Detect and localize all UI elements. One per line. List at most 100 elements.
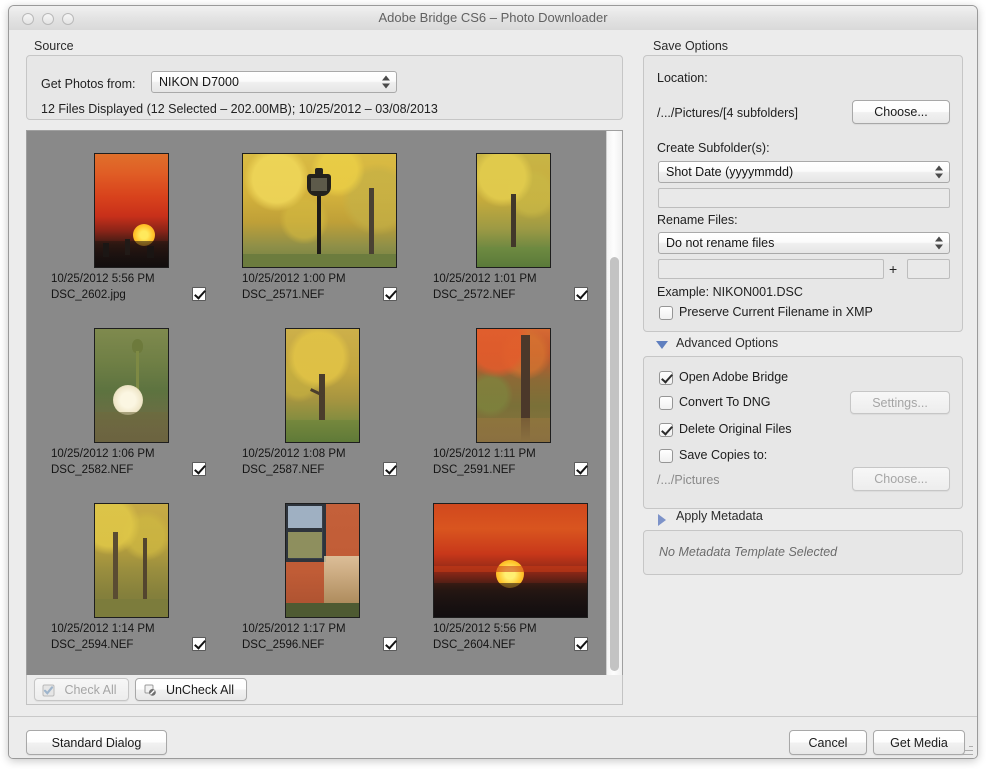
thumbnail-item[interactable]: 10/25/2012 1:17 PM DSC_2596.NEF bbox=[236, 503, 411, 675]
thumbnail-item[interactable]: 10/25/2012 5:56 PM DSC_2604.NEF bbox=[427, 503, 602, 675]
thumbnail-item[interactable]: 10/25/2012 1:01 PM DSC_2572.NEF bbox=[427, 153, 602, 328]
thumbnail-item[interactable]: 10/25/2012 1:14 PM DSC_2594.NEF bbox=[45, 503, 220, 675]
thumbnail-filename: DSC_2587.NEF bbox=[242, 464, 325, 476]
rename-custom-input[interactable] bbox=[658, 259, 884, 279]
thumbnail-checkbox[interactable] bbox=[383, 462, 397, 476]
check-all-button[interactable]: Check All bbox=[34, 678, 129, 701]
uncheck-all-icon bbox=[144, 684, 157, 697]
thumbnail-image-golden-tree bbox=[285, 328, 360, 443]
chevron-updown-icon bbox=[381, 75, 390, 90]
convert-dng-checkbox[interactable] bbox=[659, 396, 673, 410]
advanced-options-header[interactable]: Advanced Options bbox=[676, 336, 778, 350]
thumbnail-item[interactable]: 10/25/2012 5:56 PM DSC_2602.jpg bbox=[45, 153, 220, 328]
rename-plus-label: + bbox=[889, 261, 898, 277]
window-titlebar: Adobe Bridge CS6 – Photo Downloader bbox=[9, 6, 977, 31]
thumbnail-image-yellow-path bbox=[94, 503, 169, 618]
source-group-label: Source bbox=[34, 39, 74, 53]
chevron-updown-icon bbox=[934, 165, 943, 180]
location-choose-label: Choose... bbox=[874, 105, 928, 119]
thumbnail-checkbox[interactable] bbox=[383, 637, 397, 651]
save-copies-label: Save Copies to: bbox=[679, 448, 768, 462]
thumbnail-checkbox[interactable] bbox=[574, 637, 588, 651]
rename-files-value: Do not rename files bbox=[666, 236, 775, 250]
rename-number-input[interactable] bbox=[907, 259, 950, 279]
thumbnail-date: 10/25/2012 1:08 PM bbox=[242, 448, 346, 460]
create-subfolder-custom-input[interactable] bbox=[658, 188, 950, 208]
thumbnail-item[interactable]: 10/25/2012 1:00 PM DSC_2571.NEF bbox=[236, 153, 411, 328]
location-label: Location: bbox=[657, 71, 708, 85]
thumbnail-date: 10/25/2012 1:00 PM bbox=[242, 273, 346, 285]
device-select[interactable]: NIKON D7000 bbox=[151, 71, 397, 93]
thumbnail-item[interactable]: 10/25/2012 1:11 PM DSC_2591.NEF bbox=[427, 328, 602, 503]
thumbnail-checkbox[interactable] bbox=[574, 462, 588, 476]
thumbnail-date: 10/25/2012 5:56 PM bbox=[51, 273, 155, 285]
thumbnail-date: 10/25/2012 1:06 PM bbox=[51, 448, 155, 460]
cancel-label: Cancel bbox=[808, 735, 848, 750]
save-copies-choose-label: Choose... bbox=[874, 472, 928, 486]
standard-dialog-button[interactable]: Standard Dialog bbox=[26, 730, 167, 755]
thumbnail-image-sunset-wide bbox=[433, 503, 588, 618]
thumbnail-date: 10/25/2012 1:14 PM bbox=[51, 623, 155, 635]
advanced-options-disclosure-icon[interactable] bbox=[656, 341, 668, 349]
uncheck-all-button[interactable]: UnCheck All bbox=[135, 678, 247, 701]
thumbnail-filename: DSC_2571.NEF bbox=[242, 289, 325, 301]
thumbnail-date: 10/25/2012 5:56 PM bbox=[433, 623, 537, 635]
thumbnail-image-red-maple bbox=[476, 328, 551, 443]
thumbnail-checkbox[interactable] bbox=[383, 287, 397, 301]
thumbnail-scrollbar[interactable] bbox=[606, 131, 622, 675]
thumbnail-image-dandelion bbox=[94, 328, 169, 443]
thumbnail-image-orange-wall-window bbox=[285, 503, 360, 618]
delete-originals-checkbox[interactable] bbox=[659, 423, 673, 437]
window-title: Adobe Bridge CS6 – Photo Downloader bbox=[378, 10, 608, 25]
preserve-xmp-checkbox[interactable] bbox=[659, 306, 673, 320]
thumbnail-filename: DSC_2591.NEF bbox=[433, 464, 516, 476]
thumbnail-image-sunset-city bbox=[94, 153, 169, 268]
check-all-label: Check All bbox=[64, 682, 117, 697]
apply-metadata-disclosure-icon[interactable] bbox=[658, 514, 666, 526]
thumbnail-checkbox[interactable] bbox=[192, 462, 206, 476]
open-bridge-checkbox[interactable] bbox=[659, 371, 673, 385]
save-copies-checkbox[interactable] bbox=[659, 449, 673, 463]
thumbnail-filename: DSC_2602.jpg bbox=[51, 289, 126, 301]
metadata-empty-text: No Metadata Template Selected bbox=[659, 545, 838, 559]
photo-downloader-window: Adobe Bridge CS6 – Photo Downloader Sour… bbox=[8, 5, 978, 759]
apply-metadata-header[interactable]: Apply Metadata bbox=[676, 509, 763, 523]
resize-grip[interactable] bbox=[961, 743, 973, 755]
standard-dialog-label: Standard Dialog bbox=[51, 735, 142, 750]
uncheck-all-label: UnCheck All bbox=[165, 682, 235, 697]
footer-divider bbox=[9, 716, 977, 717]
thumbnail-checkbox[interactable] bbox=[192, 637, 206, 651]
thumbnail-toolbar: Check All UnCheck All bbox=[26, 675, 623, 705]
dng-settings-button[interactable]: Settings... bbox=[850, 391, 950, 414]
chevron-updown-icon bbox=[934, 236, 943, 251]
thumbnail-checkbox[interactable] bbox=[574, 287, 588, 301]
thumbnail-checkbox[interactable] bbox=[192, 287, 206, 301]
create-subfolder-value: Shot Date (yyyymmdd) bbox=[666, 165, 794, 179]
device-select-value: NIKON D7000 bbox=[159, 75, 239, 89]
thumbnail-item[interactable]: 10/25/2012 1:08 PM DSC_2587.NEF bbox=[236, 328, 411, 503]
thumbnail-filename: DSC_2596.NEF bbox=[242, 639, 325, 651]
thumbnail-scrollbar-thumb[interactable] bbox=[610, 257, 619, 671]
location-choose-button[interactable]: Choose... bbox=[852, 100, 950, 124]
cancel-button[interactable]: Cancel bbox=[789, 730, 867, 755]
save-copies-choose-button[interactable]: Choose... bbox=[852, 467, 950, 491]
thumbnail-date: 10/25/2012 1:01 PM bbox=[433, 273, 537, 285]
rename-example-label: Example: NIKON001.DSC bbox=[657, 285, 803, 299]
save-options-group-label: Save Options bbox=[653, 39, 729, 53]
thumbnail-grid[interactable]: 10/25/2012 5:56 PM DSC_2602.jpg 10/25/20… bbox=[26, 130, 623, 676]
convert-dng-label: Convert To DNG bbox=[679, 395, 771, 409]
delete-originals-label: Delete Original Files bbox=[679, 422, 792, 436]
open-bridge-label: Open Adobe Bridge bbox=[679, 370, 789, 384]
dialog-body: Source Get Photos from: NIKON D7000 12 F… bbox=[9, 30, 977, 758]
thumbnail-item[interactable]: 10/25/2012 1:06 PM DSC_2582.NEF bbox=[45, 328, 220, 503]
get-media-button[interactable]: Get Media bbox=[873, 730, 965, 755]
rename-files-label: Rename Files: bbox=[657, 213, 738, 227]
dng-settings-label: Settings... bbox=[872, 395, 928, 410]
location-path: /.../Pictures/[4 subfolders] bbox=[657, 106, 799, 120]
create-subfolder-select[interactable]: Shot Date (yyyymmdd) bbox=[658, 161, 950, 183]
rename-files-select[interactable]: Do not rename files bbox=[658, 232, 950, 254]
get-media-label: Get Media bbox=[890, 735, 948, 750]
thumbnail-date: 10/25/2012 1:17 PM bbox=[242, 623, 346, 635]
preserve-xmp-label: Preserve Current Filename in XMP bbox=[679, 305, 873, 319]
thumbnail-filename: DSC_2582.NEF bbox=[51, 464, 134, 476]
